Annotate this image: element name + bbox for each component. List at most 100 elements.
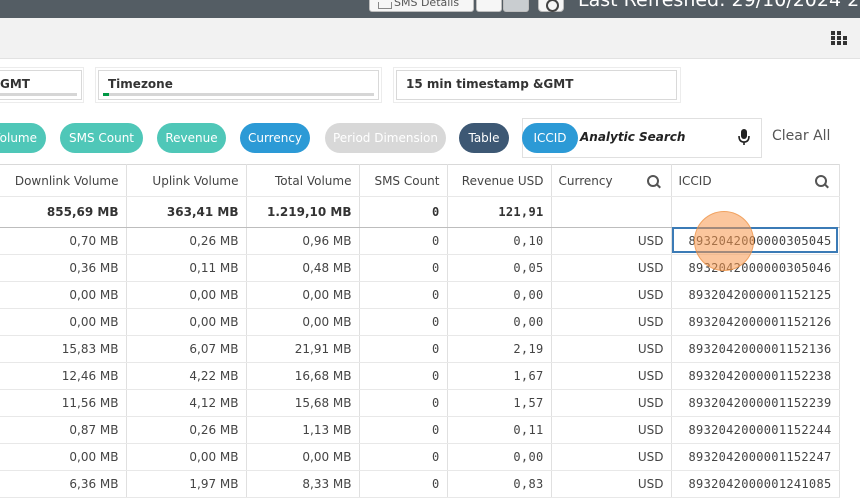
table-cell[interactable]: 6,36 MB [0,470,127,498]
table-cell[interactable]: 0,11 [447,416,552,444]
table-cell[interactable]: 0 [359,416,448,444]
table-cell[interactable]: 0,48 MB [246,254,360,282]
table-row[interactable]: 12,46 MB 4,22 MB 16,68 MB 0 1,67 USD 893204200… [0,362,840,390]
table-cell[interactable]: 0 [359,281,448,309]
microphone-icon[interactable] [737,128,751,146]
table-cell[interactable]: 0 [359,470,448,498]
table-cell[interactable]: USD [551,281,672,309]
table-cell[interactable]: 0,00 [447,281,552,309]
table-cell[interactable]: 8932042000001152238 [671,362,840,390]
table-cell[interactable]: 0,36 MB [0,254,127,282]
table-cell[interactable]: USD [551,443,672,471]
table-cell[interactable]: 0 [359,308,448,336]
table-row[interactable]: 0,00 MB 0,00 MB 0,00 MB 0 0,00 USD 89320420000… [0,308,840,336]
previous-sheet-button[interactable] [476,0,502,12]
table-cell[interactable]: 21,91 MB [246,335,360,363]
table-cell[interactable]: 8932042000001152126 [671,308,840,336]
table-cell[interactable]: 0,96 MB [246,227,360,255]
table-cell[interactable]: 0,83 [447,470,552,498]
table-cell[interactable]: 0,26 MB [126,227,247,255]
refresh-button[interactable] [538,0,564,12]
table-cell[interactable]: USD [551,335,672,363]
analytic-search-label[interactable]: Analytic Search [580,130,685,144]
table-cell[interactable]: 8932042000000305046 [671,254,840,282]
table-cell[interactable]: 0,11 MB [126,254,247,282]
table-cell[interactable]: 0,26 MB [126,416,247,444]
table-cell[interactable]: 0,00 [447,443,552,471]
table-cell[interactable]: 1,67 [447,362,552,390]
table-cell[interactable]: 0,10 [447,227,552,255]
chip-table[interactable]: Table [459,123,509,153]
table-cell[interactable]: 8932042000001152247 [671,443,840,471]
table-row[interactable]: 0,87 MB 0,26 MB 1,13 MB 0 0,11 USD 89320420000… [0,416,840,444]
table-cell[interactable]: 8,33 MB [246,470,360,498]
filter-pane-timestamp[interactable]: 15 min timestamp &GMT [396,70,677,100]
table-cell[interactable]: 1,57 [447,389,552,417]
table-cell[interactable]: USD [551,470,672,498]
table-cell[interactable]: 0,00 MB [0,443,127,471]
table-cell[interactable]: 0,87 MB [0,416,127,444]
table-cell[interactable]: 2,19 [447,335,552,363]
next-sheet-button[interactable] [503,0,529,12]
chip-currency[interactable]: Currency [240,123,310,153]
table-cell[interactable]: USD [551,227,672,255]
table-cell[interactable]: 0 [359,227,448,255]
chip-period-dimension[interactable]: Period Dimension [325,123,446,153]
table-cell[interactable]: 0 [359,443,448,471]
table-cell[interactable]: 8932042000001152239 [671,389,840,417]
table-row[interactable]: 15,83 MB 6,07 MB 21,91 MB 0 2,19 USD 893204200… [0,335,840,363]
table-cell[interactable]: 8932042000001152244 [671,416,840,444]
currency-search-icon[interactable] [647,175,661,189]
iccid-search-icon[interactable] [815,175,829,189]
table-cell[interactable]: 4,22 MB [126,362,247,390]
table-cell[interactable]: USD [551,389,672,417]
table-cell[interactable]: 0,70 MB [0,227,127,255]
table-cell[interactable]: 15,83 MB [0,335,127,363]
table-cell[interactable]: 1,97 MB [126,470,247,498]
column-header[interactable]: Total Volume [246,164,360,197]
table-cell[interactable]: USD [551,308,672,336]
table-cell[interactable]: 0,00 MB [0,308,127,336]
chip-iccid[interactable]: ICCID [522,123,578,153]
column-header[interactable]: Downlink Volume [0,164,127,197]
table-cell[interactable]: 8932042000001152125 [671,281,840,309]
table-row[interactable]: 11,56 MB 4,12 MB 15,68 MB 0 1,57 USD 893204200… [0,389,840,417]
column-header[interactable]: ICCID [671,164,840,197]
table-cell[interactable]: 0 [359,254,448,282]
table-cell[interactable]: 0,00 MB [0,281,127,309]
table-row[interactable]: 0,00 MB 0,00 MB 0,00 MB 0 0,00 USD 89320420000… [0,443,840,471]
column-header[interactable]: SMS Count [359,164,448,197]
table-cell[interactable]: 0 [359,389,448,417]
table-cell[interactable]: USD [551,416,672,444]
chip-revenue[interactable]: Revenue [157,123,226,153]
grid-view-icon[interactable] [831,31,847,45]
table-cell[interactable]: 8932042000001241085 [671,470,840,498]
clear-all-button[interactable]: Clear All [772,128,830,144]
column-header[interactable]: Revenue USD [447,164,552,197]
filter-pane-timezone[interactable]: Timezone [98,70,379,100]
table-cell[interactable]: 8932042000001152136 [671,335,840,363]
table-cell[interactable]: 0,00 MB [246,443,360,471]
filter-pane-gmt[interactable]: GMT [0,70,82,100]
table-cell[interactable]: 16,68 MB [246,362,360,390]
table-cell[interactable]: 11,56 MB [0,389,127,417]
table-cell[interactable]: 0,00 MB [246,281,360,309]
table-cell[interactable]: 0,00 MB [126,308,247,336]
table-cell[interactable]: 0 [359,335,448,363]
table-cell[interactable]: 6,07 MB [126,335,247,363]
table-cell[interactable]: 15,68 MB [246,389,360,417]
table-row[interactable]: 6,36 MB 1,97 MB 8,33 MB 0 0,83 USD 89320420000… [0,470,840,498]
table-cell[interactable]: 0 [359,362,448,390]
table-cell[interactable]: USD [551,254,672,282]
table-cell[interactable]: 1,13 MB [246,416,360,444]
table-cell[interactable]: 0,00 MB [126,281,247,309]
table-cell[interactable]: 4,12 MB [126,389,247,417]
sms-details-button[interactable]: SMS Details [369,0,474,12]
chip-volume[interactable]: Volume [0,123,46,153]
table-cell[interactable]: 12,46 MB [0,362,127,390]
table-cell[interactable]: 0,00 MB [126,443,247,471]
table-row[interactable]: 0,00 MB 0,00 MB 0,00 MB 0 0,00 USD 89320420000… [0,281,840,309]
column-header[interactable]: Uplink Volume [126,164,247,197]
chip-sms-count[interactable]: SMS Count [60,123,143,153]
table-cell[interactable]: USD [551,362,672,390]
